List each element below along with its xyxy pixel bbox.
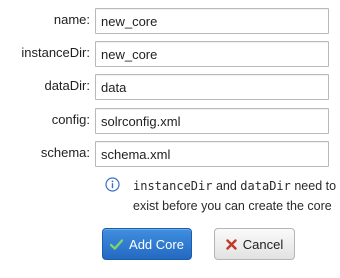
- field-row-datadir: dataDir:: [0, 74, 340, 100]
- datadir-code: dataDir: [240, 179, 291, 193]
- add-core-label: Add Core: [129, 236, 184, 252]
- field-row-instancedir: instanceDir:: [0, 41, 340, 67]
- config-input[interactable]: [95, 108, 329, 134]
- add-core-button[interactable]: Add Core: [102, 228, 192, 260]
- instancedir-code: instanceDir: [133, 179, 213, 193]
- datadir-input[interactable]: [95, 74, 329, 100]
- datadir-label: dataDir:: [44, 78, 90, 93]
- config-label: config:: [51, 112, 90, 127]
- info-icon: [105, 177, 120, 192]
- schema-label: schema:: [40, 145, 90, 160]
- field-row-schema: schema:: [0, 141, 340, 167]
- cancel-button[interactable]: Cancel: [214, 228, 295, 260]
- checkmark-icon: [110, 238, 124, 250]
- instancedir-input[interactable]: [95, 41, 329, 67]
- info-message: instanceDir and dataDir need to exist be…: [133, 176, 338, 216]
- name-label: name:: [53, 12, 90, 27]
- field-row-name: name:: [0, 8, 340, 34]
- instancedir-label: instanceDir:: [21, 45, 90, 60]
- info-and-text: and: [212, 179, 241, 193]
- field-row-config: config:: [0, 108, 340, 134]
- add-core-form: name: instanceDir: dataDir: config: sche…: [0, 0, 340, 278]
- cancel-label: Cancel: [242, 236, 284, 252]
- name-input[interactable]: [95, 8, 329, 34]
- x-icon: [226, 238, 237, 250]
- schema-input[interactable]: [95, 141, 329, 167]
